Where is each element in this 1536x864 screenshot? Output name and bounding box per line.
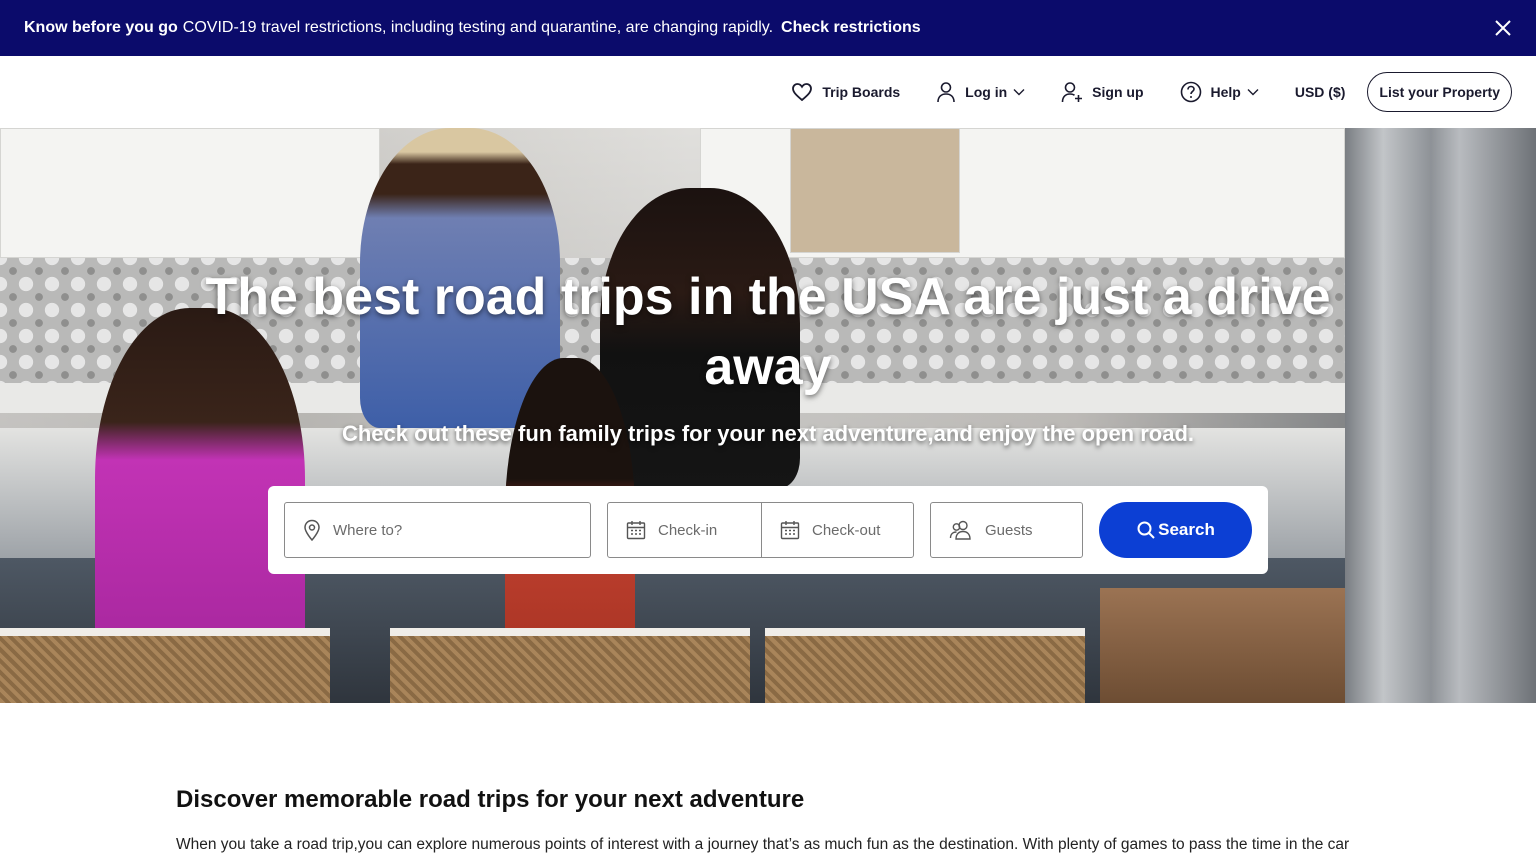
site-header: Trip Boards Log in Sign up Help USD ($) …: [0, 56, 1536, 128]
currency-selector[interactable]: USD ($): [1295, 84, 1346, 100]
location-pin-icon: [304, 519, 320, 541]
help-icon: [1180, 81, 1201, 103]
check-out-placeholder: Check-out: [812, 521, 881, 539]
guests-input[interactable]: Guests: [930, 502, 1083, 558]
heart-icon: [792, 83, 813, 102]
search-button-label: Search: [1158, 520, 1215, 539]
section-paragraph: When you take a road trip,you can explor…: [176, 836, 1350, 853]
hero-bg-cabinet: [0, 128, 380, 258]
destination-placeholder: Where to?: [333, 521, 403, 539]
chevron-down-icon: [1247, 89, 1259, 96]
calendar-icon: [780, 521, 800, 540]
sign-up-label: Sign up: [1092, 84, 1144, 100]
help-menu[interactable]: Help: [1180, 81, 1259, 103]
trip-boards-link[interactable]: Trip Boards: [791, 82, 900, 102]
section-heading: Discover memorable road trips for your n…: [176, 786, 805, 813]
hero-subtitle: Check out these fun family trips for you…: [341, 421, 1195, 446]
user-icon: [937, 82, 955, 103]
list-your-property-button[interactable]: List your Property: [1367, 72, 1512, 112]
alert-heading: Know before you go: [24, 19, 178, 36]
chevron-down-icon: [1013, 89, 1025, 96]
add-user-icon: [1061, 82, 1083, 103]
search-form: Where to? Check-in Check-out Guests Sear…: [268, 486, 1268, 574]
hero-bg-floor: [1100, 588, 1350, 703]
search-icon: [1137, 521, 1155, 539]
hero-bg-fridge: [1345, 128, 1536, 703]
travel-alert-banner: Know before you go COVID-19 travel restr…: [0, 0, 1536, 56]
sign-up-link[interactable]: Sign up: [1061, 81, 1144, 103]
hero-bg-stool: [0, 628, 330, 703]
alert-message: COVID-19 travel restrictions, including …: [182, 19, 774, 36]
hero-bg-shelf: [790, 128, 960, 253]
trip-boards-label: Trip Boards: [822, 84, 901, 100]
log-in-menu[interactable]: Log in: [936, 81, 1025, 103]
close-icon[interactable]: [1492, 17, 1514, 39]
check-out-input[interactable]: Check-out: [761, 502, 914, 558]
log-in-label: Log in: [965, 84, 1008, 100]
destination-input[interactable]: Where to?: [284, 502, 591, 558]
calendar-icon: [626, 521, 646, 540]
guests-placeholder: Guests: [985, 521, 1033, 539]
hero-bg-stool: [390, 628, 750, 703]
check-in-placeholder: Check-in: [658, 521, 718, 539]
check-in-input[interactable]: Check-in: [607, 502, 762, 558]
hero-banner: The best road trips in the USA are just …: [0, 128, 1536, 703]
header-nav: Trip Boards Log in Sign up Help USD ($) …: [791, 72, 1512, 112]
help-label: Help: [1210, 84, 1241, 100]
hero-title: The best road trips in the USA are just …: [205, 268, 1331, 396]
search-button[interactable]: Search: [1099, 502, 1252, 558]
hero-bg-stool: [765, 628, 1085, 703]
guests-icon: [949, 520, 971, 540]
check-restrictions-link[interactable]: Check restrictions: [781, 19, 921, 37]
